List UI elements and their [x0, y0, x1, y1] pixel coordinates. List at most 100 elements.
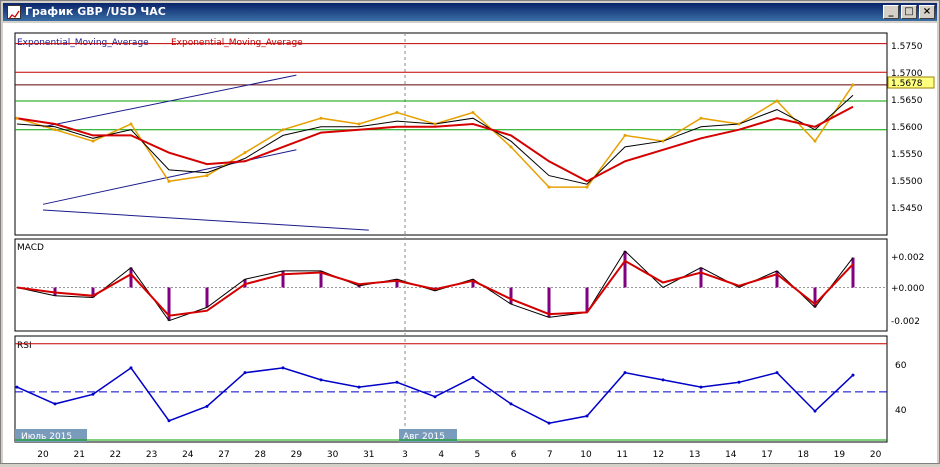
time-label: 27 — [218, 450, 229, 460]
rsi-point — [167, 419, 171, 423]
rsi-point — [813, 409, 817, 413]
rsi-point — [91, 392, 95, 396]
rsi-point — [661, 378, 665, 382]
time-label: 22 — [110, 450, 121, 460]
time-label: 3 — [402, 450, 408, 460]
macd-axis: +0.002 +0.000 -0.002 — [891, 253, 925, 327]
time-label: 30 — [327, 450, 339, 460]
rsi-point — [205, 404, 209, 408]
price-point — [699, 116, 703, 120]
time-label: 12 — [653, 450, 664, 460]
current-price-label: 1.5678 — [891, 79, 923, 89]
price-point — [281, 128, 285, 132]
chart-glyph-icon — [8, 10, 20, 20]
price-point — [167, 179, 171, 183]
rsi-point — [471, 375, 475, 379]
price-point — [357, 122, 361, 126]
macd-tick: +0.002 — [891, 253, 924, 263]
rsi-point — [243, 371, 247, 375]
rsi-point — [357, 385, 361, 389]
price-point — [623, 133, 627, 137]
rsi-point — [53, 402, 57, 406]
time-label: 23 — [146, 450, 157, 460]
maximize-button[interactable]: □ — [901, 5, 917, 19]
ema-label-fast: Exponential_Moving_Average — [17, 38, 149, 48]
chart-area[interactable]: Exponential_Moving_Average Exponential_M… — [3, 23, 937, 463]
time-label: 29 — [291, 450, 303, 460]
time-label: 4 — [438, 450, 444, 460]
price-tick: 1.5450 — [891, 204, 923, 214]
macd-tick: -0.002 — [891, 317, 920, 327]
rsi-point — [547, 421, 551, 425]
price-point — [205, 174, 209, 178]
price-pane[interactable] — [14, 32, 888, 236]
rsi-point — [15, 385, 19, 389]
rsi-point — [129, 366, 133, 370]
price-point — [395, 110, 399, 114]
rsi-point — [623, 371, 627, 375]
price-point — [851, 83, 855, 87]
time-label: 18 — [797, 450, 809, 460]
rsi-point — [281, 366, 285, 370]
rsi-tick: 60 — [895, 361, 907, 371]
rsi-point — [509, 402, 513, 406]
rsi-point — [851, 373, 855, 377]
price-point — [129, 122, 133, 126]
price-tick: 1.5650 — [891, 96, 923, 106]
rsi-point — [775, 371, 779, 375]
time-label: 31 — [363, 450, 374, 460]
chart-window: График GBP /USD ЧАС _ □ × Exponential_Mo… — [0, 0, 940, 464]
time-label: 14 — [725, 450, 737, 460]
price-point — [813, 139, 817, 143]
time-label: 28 — [254, 450, 266, 460]
price-tick: 1.5750 — [891, 42, 923, 52]
price-axis: 1.5750 1.5700 1.5650 1.5600 1.5550 1.550… — [887, 42, 935, 214]
time-label: 6 — [511, 450, 517, 460]
macd-tick: +0.000 — [891, 284, 925, 294]
price-tick: 1.5500 — [891, 177, 923, 187]
time-label: 19 — [834, 450, 846, 460]
price-point — [53, 128, 57, 132]
price-point — [243, 151, 247, 155]
time-label: 21 — [73, 450, 84, 460]
rsi-point — [585, 414, 589, 418]
ema-label-slow: Exponential_Moving_Average — [171, 38, 303, 48]
macd-label: MACD — [17, 243, 44, 253]
price-point — [471, 110, 475, 114]
time-label: 20 — [870, 450, 882, 460]
price-point — [433, 122, 437, 126]
title-bar[interactable]: График GBP /USD ЧАС _ □ × — [3, 3, 937, 21]
price-point — [585, 185, 589, 189]
time-label: 20 — [37, 450, 49, 460]
price-point — [775, 99, 779, 103]
rsi-point — [395, 380, 399, 384]
rsi-point — [699, 385, 703, 389]
price-point — [15, 116, 19, 120]
rsi-point — [433, 395, 437, 399]
price-point — [509, 145, 513, 149]
rsi-axis: 60 40 — [895, 361, 907, 416]
rsi-point — [319, 378, 323, 382]
price-point — [661, 139, 665, 143]
price-point — [319, 116, 323, 120]
chart-app-icon — [7, 5, 21, 20]
time-axis: 20 21 22 23 24 27 28 29 30 31 3 4 5 6 7 10 11 12 13 14 17 18 1… — [37, 450, 881, 460]
price-point — [547, 185, 551, 189]
time-label: 7 — [547, 450, 553, 460]
price-tick: 1.5550 — [891, 150, 923, 160]
time-label: 10 — [580, 450, 592, 460]
time-label: 13 — [689, 450, 700, 460]
price-point — [737, 122, 741, 126]
price-tick: 1.5600 — [891, 123, 923, 133]
time-label: 17 — [761, 450, 772, 460]
rsi-label: RSI — [17, 341, 32, 351]
time-label: 24 — [182, 450, 194, 460]
close-button[interactable]: × — [919, 5, 935, 19]
rsi-point — [737, 380, 741, 384]
chart-svg[interactable]: Exponential_Moving_Average Exponential_M… — [3, 23, 937, 463]
window-title: График GBP /USD ЧАС — [25, 5, 166, 18]
time-label: 5 — [475, 450, 481, 460]
rsi-tick: 40 — [895, 406, 907, 416]
minimize-button[interactable]: _ — [883, 5, 899, 19]
time-label: 11 — [616, 450, 627, 460]
